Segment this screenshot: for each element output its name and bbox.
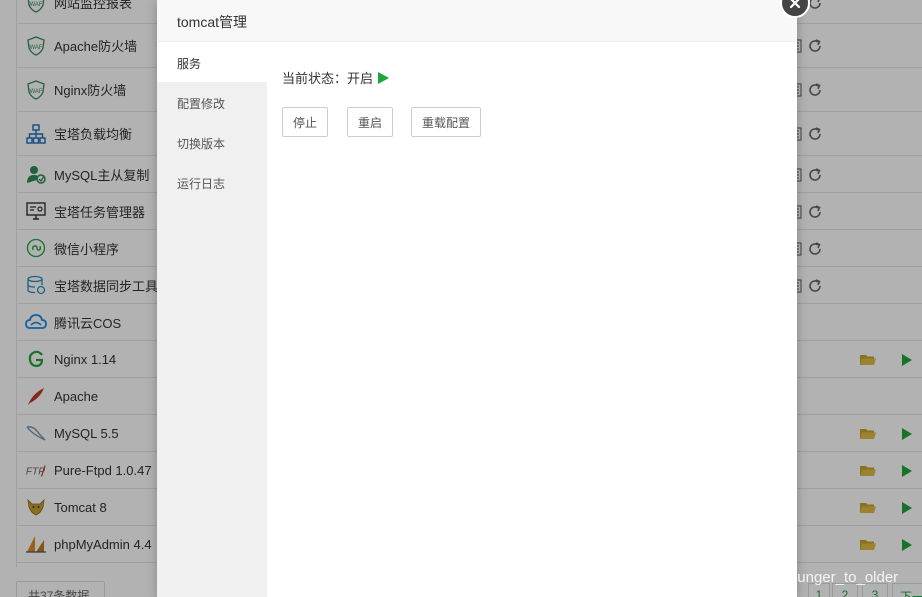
watermark: https://blog.csdn.net/younger_to_older <box>643 569 899 586</box>
running-play-icon <box>378 71 390 84</box>
tab-service[interactable]: 服务 <box>157 42 267 82</box>
tab-switch-version[interactable]: 切换版本 <box>157 122 267 162</box>
reload-config-button[interactable]: 重载配置 <box>411 107 482 137</box>
tab-run-log[interactable]: 运行日志 <box>157 162 267 202</box>
dialog-content: 当前状态： 开启 停止 重启 重载配置 <box>267 42 797 597</box>
dialog-title: tomcat管理 <box>157 0 797 42</box>
status-value: 开启 <box>347 71 374 86</box>
close-icon <box>789 0 801 9</box>
status-label: 当前状态： <box>282 71 348 86</box>
service-status: 当前状态： 开启 <box>282 68 390 87</box>
tomcat-manager-dialog: tomcat管理 服务 配置修改 切换版本 运行日志 当前状态： 开启 停止 重… <box>157 0 797 597</box>
restart-button[interactable]: 重启 <box>347 107 394 137</box>
stop-button[interactable]: 停止 <box>282 107 329 137</box>
tab-config-edit[interactable]: 配置修改 <box>157 82 267 122</box>
dialog-sidebar: 服务 配置修改 切换版本 运行日志 <box>157 42 267 597</box>
